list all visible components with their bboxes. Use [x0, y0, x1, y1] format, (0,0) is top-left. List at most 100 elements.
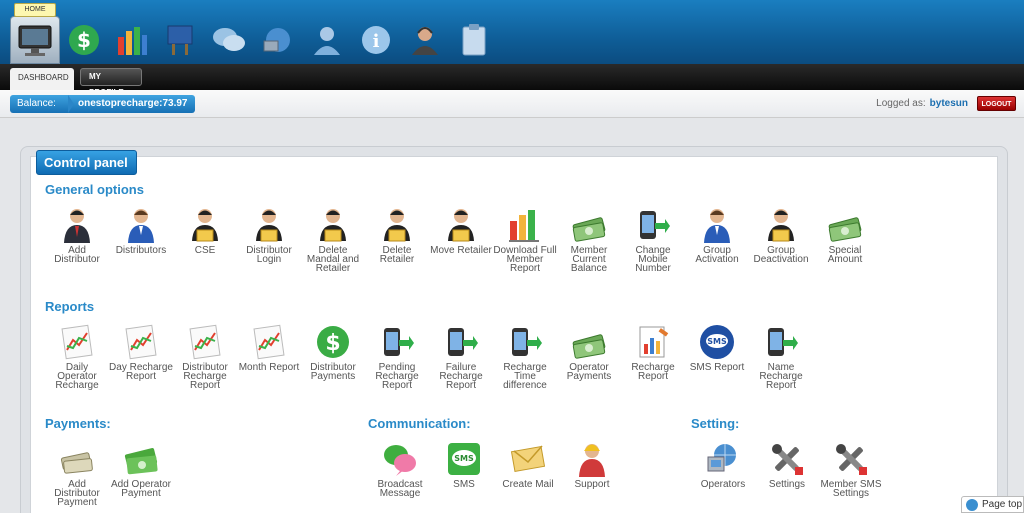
item-label: Pending Recharge Report	[375, 362, 419, 391]
chat-bubbles-icon	[382, 441, 418, 477]
item-support[interactable]: Support	[560, 441, 624, 490]
balance-pill: Balance: onestoprecharge:73.97	[10, 95, 195, 113]
section-setting-title: Setting:	[691, 416, 740, 431]
user-blue-icon	[699, 207, 735, 243]
item-member-sms-settings[interactable]: Member SMS Settings	[819, 441, 883, 499]
item-label: Failure Recharge Report	[439, 362, 483, 391]
info-icon[interactable]: i	[354, 18, 398, 62]
item-cse[interactable]: CSE	[173, 207, 237, 256]
tools-icon	[833, 441, 869, 477]
section-general-title: General options	[45, 182, 144, 197]
item-add-distributor-payment[interactable]: Add Distributor Payment	[45, 441, 109, 508]
item-group-deactivation[interactable]: Group Deactivation	[749, 207, 813, 265]
mobile-arrow-icon	[763, 324, 799, 360]
item-recharge-report[interactable]: Recharge Report	[621, 324, 685, 382]
tab-my-profile[interactable]: MY PROFILE	[80, 68, 142, 97]
arrow-up-icon	[966, 499, 978, 511]
cash-icon	[827, 207, 863, 243]
item-label: Member SMS Settings	[820, 479, 882, 499]
item-label: CSE	[194, 245, 216, 256]
item-download-full-member-report[interactable]: Download Full Member Report	[493, 207, 557, 274]
item-label: Special Amount	[827, 245, 863, 265]
item-label: Delete Retailer	[379, 245, 415, 265]
item-change-mobile-number[interactable]: Change Mobile Number	[621, 207, 685, 274]
item-failure-recharge-report[interactable]: Failure Recharge Report	[429, 324, 493, 391]
item-label: Distributors	[115, 245, 167, 256]
line-chart-icon	[251, 324, 287, 360]
item-member-current-balance[interactable]: Member Current Balance	[557, 207, 621, 274]
section-payments-title: Payments:	[45, 416, 111, 431]
tools-icon	[769, 441, 805, 477]
item-move-retailer[interactable]: Move Retailer	[429, 207, 493, 256]
item-special-amount[interactable]: Special Amount	[813, 207, 877, 265]
item-label: Distributor Login	[246, 245, 292, 265]
user-blue-icon	[123, 207, 159, 243]
logged-as: Logged as: bytesun	[876, 98, 968, 109]
globe-network-icon[interactable]	[256, 18, 300, 62]
clipboard-icon[interactable]	[452, 18, 496, 62]
item-label: Delete Mandal and Retailer	[306, 245, 360, 274]
item-broadcast-message[interactable]: Broadcast Message	[368, 441, 432, 499]
mobile-arrow-icon	[507, 324, 543, 360]
item-label: Operator Payments	[566, 362, 612, 382]
bar-chart-icon[interactable]	[110, 18, 154, 62]
item-distributor-login[interactable]: Distributor Login	[237, 207, 301, 265]
item-delete-retailer[interactable]: Delete Retailer	[365, 207, 429, 265]
page-top-button[interactable]: Page top	[961, 496, 1024, 513]
item-create-mail[interactable]: Create Mail	[496, 441, 560, 490]
green-cash-icon	[123, 441, 159, 477]
chat-icon[interactable]	[207, 18, 251, 62]
item-name-recharge-report[interactable]: Name Recharge Report	[749, 324, 813, 391]
item-operator-payments[interactable]: Operator Payments	[557, 324, 621, 382]
item-sms[interactable]: SMS SMS	[432, 441, 496, 490]
envelope-icon	[510, 441, 546, 477]
item-add-operator-payment[interactable]: Add Operator Payment	[109, 441, 173, 499]
section-reports-title: Reports	[45, 299, 95, 314]
item-sms-report[interactable]: SMS SMS Report	[685, 324, 749, 373]
item-distributor-recharge-report[interactable]: Distributor Recharge Report	[173, 324, 237, 391]
dollar-icon[interactable]: $	[62, 18, 106, 62]
monitor-icon[interactable]	[13, 18, 57, 62]
item-pending-recharge-report[interactable]: Pending Recharge Report	[365, 324, 429, 391]
cash-stack-icon	[59, 441, 95, 477]
sms-bubble-icon: SMS	[699, 324, 735, 360]
user-laptop-icon	[763, 207, 799, 243]
user-icon[interactable]	[305, 18, 349, 62]
item-settings[interactable]: Settings	[755, 441, 819, 490]
balance-arrow	[68, 95, 74, 113]
item-delete-mandal-and-retailer[interactable]: Delete Mandal and Retailer	[301, 207, 365, 274]
item-month-report[interactable]: Month Report	[237, 324, 301, 373]
svg-text:i: i	[373, 31, 380, 52]
item-label: Support	[574, 479, 610, 490]
logout-button[interactable]: LOGOUT	[977, 96, 1016, 111]
line-chart-icon	[123, 324, 159, 360]
item-label: Group Activation	[695, 245, 739, 265]
item-label: Add Distributor Payment	[54, 479, 100, 508]
item-label: Add Distributor	[54, 245, 100, 265]
item-daily-operator-recharge[interactable]: Daily Operator Recharge	[45, 324, 109, 391]
item-label: Name Recharge Report	[759, 362, 803, 391]
item-group-activation[interactable]: Group Activation	[685, 207, 749, 265]
item-day-recharge-report[interactable]: Day Recharge Report	[109, 324, 173, 382]
item-add-distributor[interactable]: Add Distributor	[45, 207, 109, 265]
item-distributors[interactable]: Distributors	[109, 207, 173, 256]
item-label: Group Deactivation	[753, 245, 809, 265]
support-agent-icon	[574, 441, 610, 477]
support-agent-icon[interactable]	[403, 18, 447, 62]
item-label: Recharge Report	[631, 362, 675, 382]
item-label: Change Mobile Number	[635, 245, 671, 274]
report-chart-icon	[635, 324, 671, 360]
item-label: Create Mail	[502, 479, 554, 490]
mobile-arrow-icon	[635, 207, 671, 243]
item-recharge-time-difference[interactable]: Recharge Time difference	[493, 324, 557, 391]
tab-dashboard[interactable]: DASHBOARD	[10, 68, 74, 90]
sign-board-icon[interactable]	[158, 18, 202, 62]
svg-text:SMS: SMS	[454, 454, 474, 463]
item-label: Add Operator Payment	[110, 479, 172, 499]
item-distributor-payments[interactable]: $ Distributor Payments	[301, 324, 365, 382]
balance-label: Balance:	[17, 98, 56, 109]
user-laptop-icon	[187, 207, 223, 243]
control-panel-title: Control panel	[36, 150, 137, 175]
item-operators[interactable]: Operators	[691, 441, 755, 490]
globe-network-icon	[705, 441, 741, 477]
